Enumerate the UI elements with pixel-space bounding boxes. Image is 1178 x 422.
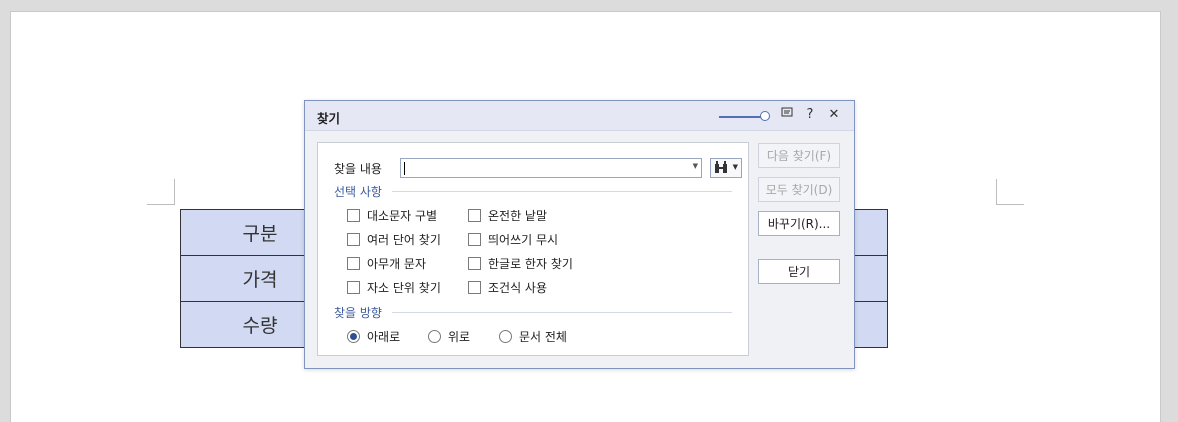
chevron-down-icon[interactable]: ▼ (693, 162, 698, 170)
radio-label: 아래로 (367, 330, 401, 344)
replace-button[interactable]: 바꾸기(R)... (758, 211, 840, 236)
checkbox-case-sensitive[interactable]: 대소문자 구별 (347, 207, 437, 224)
text-caret (404, 162, 405, 175)
checkbox-hanja-search[interactable]: 한글로 한자 찾기 (468, 255, 573, 272)
comment-icon[interactable] (779, 107, 795, 123)
radio-direction-down[interactable]: 아래로 (347, 328, 400, 345)
checkbox[interactable] (468, 209, 481, 222)
checkbox-label: 여러 단어 찾기 (367, 233, 441, 247)
checkbox[interactable] (468, 233, 481, 246)
chevron-down-icon: ▼ (732, 163, 738, 171)
crop-mark-right (996, 179, 1024, 205)
find-options-button[interactable]: ▼ (710, 158, 742, 178)
dialog-title: 찾기 (317, 111, 341, 126)
radio-direction-up[interactable]: 위로 (428, 328, 470, 345)
radio-button[interactable] (347, 330, 360, 343)
checkbox-multiple-words[interactable]: 여러 단어 찾기 (347, 231, 441, 248)
close-icon[interactable]: ✕ (826, 107, 842, 122)
checkbox[interactable] (347, 281, 360, 294)
radio-direction-whole-document[interactable]: 문서 전체 (499, 328, 567, 345)
find-input[interactable]: ▼ (400, 158, 702, 178)
find-all-button[interactable]: 모두 찾기(D) (758, 177, 840, 202)
dialog-titlebar[interactable]: 찾기 ? ✕ (305, 101, 854, 131)
find-dialog: 찾기 ? ✕ 찾을 내용 ▼ ▼ 선택 사항 대소문자 구별 여러 단어 찾기 … (304, 100, 855, 369)
section-divider (392, 191, 732, 192)
checkbox-conditional[interactable]: 조건식 사용 (468, 279, 547, 296)
crop-mark-left (147, 179, 175, 205)
radio-button[interactable] (428, 330, 441, 343)
opacity-slider-handle[interactable] (760, 111, 770, 121)
radio-button[interactable] (499, 330, 512, 343)
checkbox-ignore-spacing[interactable]: 띄어쓰기 무시 (468, 231, 558, 248)
checkbox-wildcard[interactable]: 아무개 문자 (347, 255, 426, 272)
checkbox-whole-word[interactable]: 온전한 낱말 (468, 207, 547, 224)
checkbox-jamo-search[interactable]: 자소 단위 찾기 (347, 279, 441, 296)
radio-label: 문서 전체 (519, 330, 567, 344)
direction-section-title: 찾을 방향 (334, 306, 382, 320)
binoculars-icon (714, 161, 728, 177)
options-panel: 찾을 내용 ▼ ▼ 선택 사항 대소문자 구별 여러 단어 찾기 아무개 문자 … (317, 142, 749, 356)
options-section-title: 선택 사항 (334, 185, 382, 199)
radio-label: 위로 (448, 330, 471, 344)
checkbox[interactable] (347, 257, 360, 270)
help-icon[interactable]: ? (802, 107, 818, 122)
checkbox-label: 조건식 사용 (488, 281, 548, 295)
checkbox-label: 아무개 문자 (367, 257, 427, 271)
find-next-button[interactable]: 다음 찾기(F) (758, 143, 840, 168)
checkbox-label: 띄어쓰기 무시 (488, 233, 559, 247)
checkbox-label: 자소 단위 찾기 (367, 281, 441, 295)
section-divider (392, 312, 732, 313)
checkbox-label: 한글로 한자 찾기 (488, 257, 573, 271)
checkbox-label: 대소문자 구별 (367, 209, 438, 223)
checkbox[interactable] (347, 233, 360, 246)
checkbox[interactable] (468, 257, 481, 270)
checkbox[interactable] (347, 209, 360, 222)
close-button[interactable]: 닫기 (758, 259, 840, 284)
find-label: 찾을 내용 (334, 162, 382, 176)
checkbox-label: 온전한 낱말 (488, 209, 548, 223)
checkbox[interactable] (468, 281, 481, 294)
opacity-slider-track[interactable] (719, 116, 761, 118)
